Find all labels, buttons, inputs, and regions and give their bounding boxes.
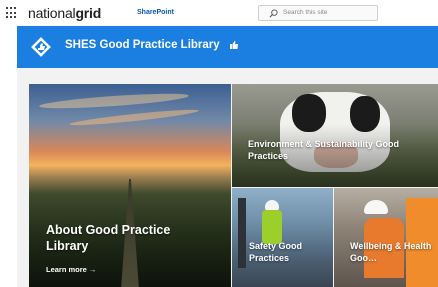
worker-image bbox=[265, 200, 279, 210]
brand-light-text: national bbox=[28, 5, 76, 21]
tile-about-library[interactable]: About Good Practice Library Learn more → bbox=[29, 84, 231, 287]
tile-wellbeing[interactable]: Wellbeing & Health Goo… bbox=[334, 188, 438, 287]
app-name-link[interactable]: SharePoint bbox=[137, 9, 174, 16]
brand-bold-text: grid bbox=[75, 5, 102, 21]
tile-safety[interactable]: Safety Good Practices bbox=[232, 188, 333, 287]
brand-logo[interactable]: nationalgrid bbox=[28, 5, 101, 21]
tile-title: Environment & Sustainability Good Practi… bbox=[248, 139, 400, 161]
pylon-image bbox=[238, 198, 246, 268]
learn-more-link[interactable]: Learn more → bbox=[46, 265, 96, 274]
worker-image bbox=[364, 200, 388, 214]
suite-bar: nationalgrid SharePoint Search this site bbox=[0, 0, 438, 26]
search-icon bbox=[269, 9, 278, 18]
sky-decoration bbox=[68, 107, 200, 128]
search-box[interactable]: Search this site bbox=[258, 5, 378, 21]
search-placeholder: Search this site bbox=[283, 9, 328, 16]
worker-image bbox=[262, 210, 282, 244]
site-title[interactable]: SHES Good Practice Library bbox=[65, 39, 220, 51]
site-logo-icon[interactable] bbox=[30, 36, 52, 58]
thumbs-up-icon[interactable] bbox=[229, 40, 239, 50]
sky-decoration bbox=[38, 90, 190, 112]
tile-title: About Good Practice Library bbox=[46, 223, 171, 254]
tile-title: Safety Good Practices bbox=[249, 241, 303, 263]
tile-environment[interactable]: Environment & Sustainability Good Practi… bbox=[232, 84, 438, 187]
tile-title: Wellbeing & Health Goo… bbox=[350, 241, 432, 263]
app-launcher-icon[interactable] bbox=[6, 7, 18, 19]
site-header: SHES Good Practice Library bbox=[17, 26, 438, 68]
